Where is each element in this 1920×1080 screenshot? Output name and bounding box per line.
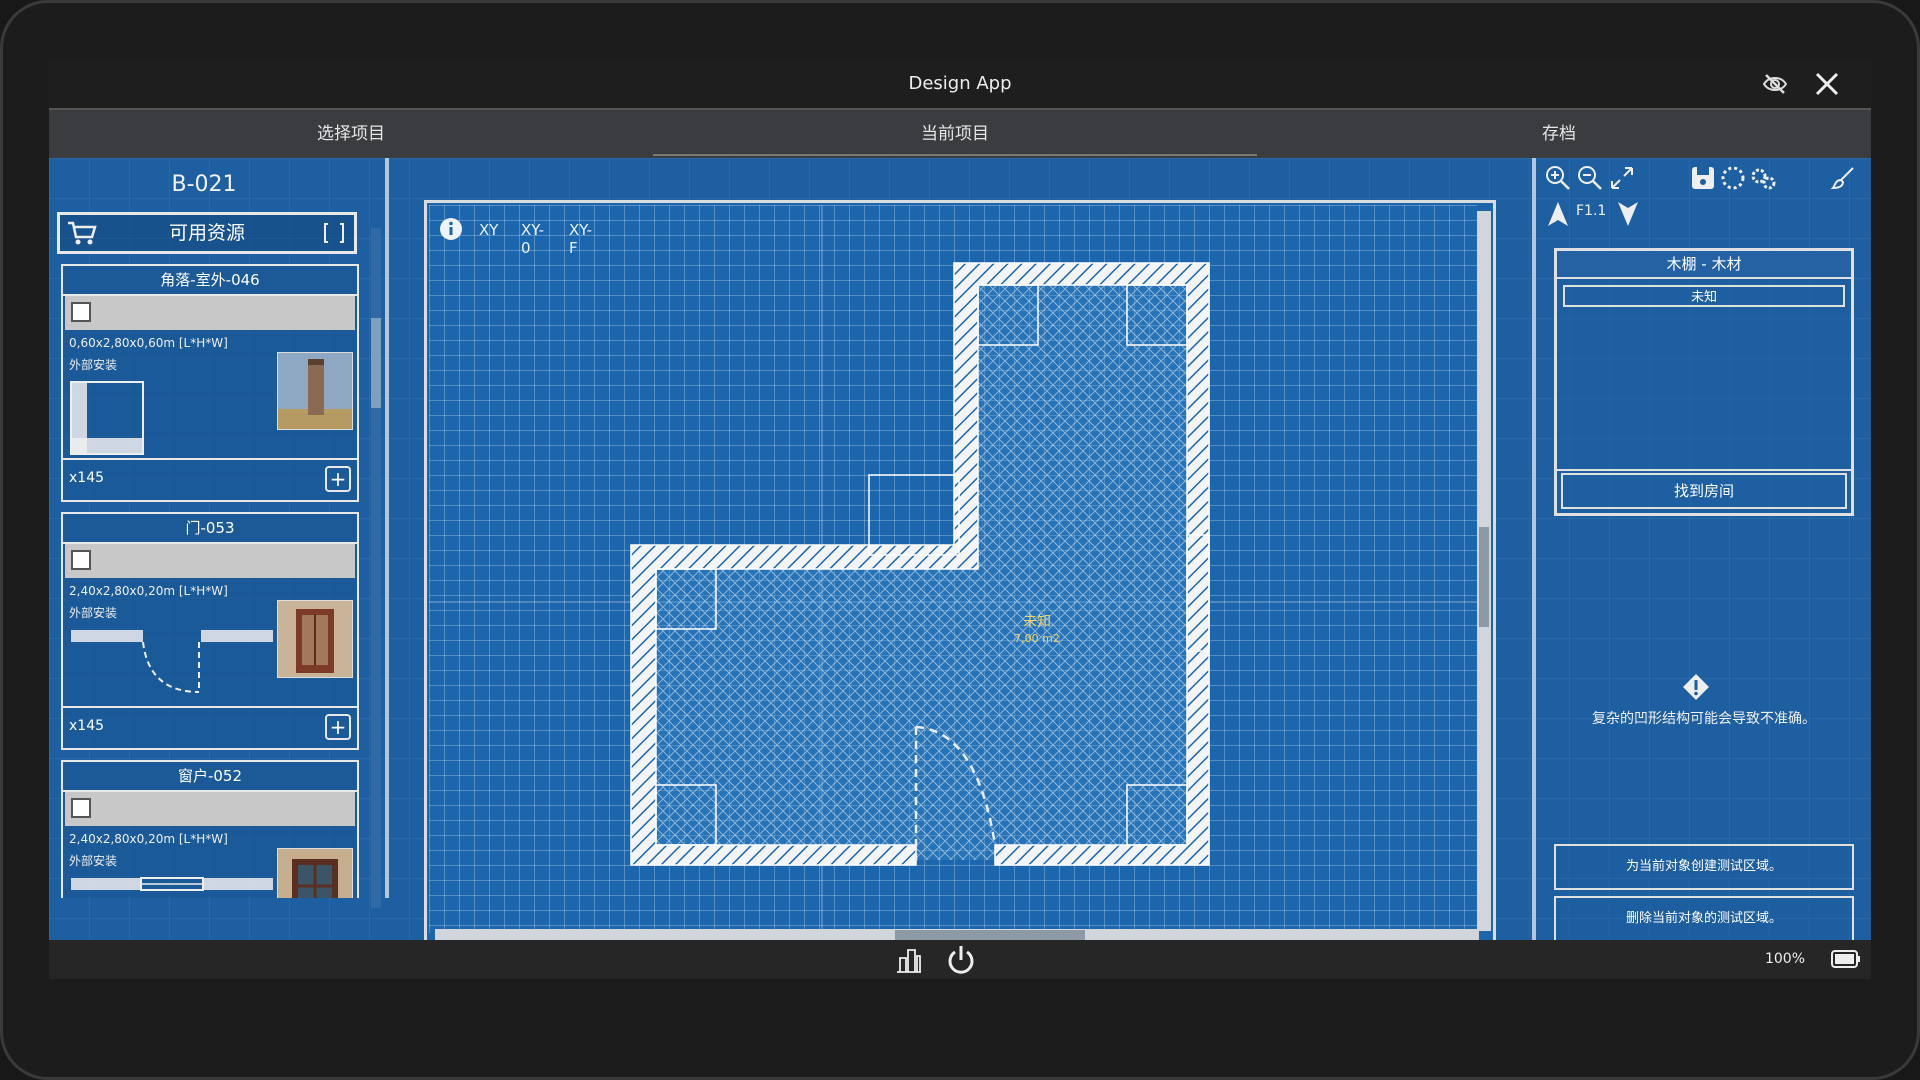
zoom-in-icon[interactable]: [1544, 164, 1572, 192]
floorplan-drawing[interactable]: [429, 205, 1477, 933]
canvas-vertical-scrollbar[interactable]: [1477, 211, 1491, 931]
battery-icon: [1831, 950, 1860, 968]
resources-scrollbar[interactable]: [371, 228, 381, 908]
material-title: 木棚 - 木材: [1557, 251, 1851, 279]
title-bar: Design App: [49, 60, 1871, 110]
save-icon[interactable]: [1689, 164, 1717, 192]
view-mode-xy-0[interactable]: XY-0: [521, 221, 544, 257]
scrollbar-thumb[interactable]: [371, 318, 381, 408]
floor-down-icon[interactable]: [1614, 200, 1642, 228]
material-status[interactable]: 未知: [1563, 285, 1845, 307]
material-panel: 木棚 - 木材 未知 找到房间: [1554, 248, 1854, 516]
eye-off-icon[interactable]: [1761, 70, 1789, 98]
resources-header[interactable]: 可用资源: [57, 212, 357, 254]
door-plan-icon: [71, 630, 273, 693]
card-dimensions: 2,40x2,80x0,20m [L*H*W]: [69, 584, 228, 598]
card-title: 角落-室外-046: [63, 266, 357, 296]
card-footer: x145 +: [63, 458, 357, 500]
tab-current-project[interactable]: 当前项目: [653, 110, 1257, 158]
card-select-row: [65, 296, 355, 330]
floorplan-canvas[interactable]: XY XY-0 XY-F 未知 7,00 m2: [424, 200, 1496, 946]
view-mode-xy[interactable]: XY: [479, 221, 498, 239]
scrollbar-thumb[interactable]: [1479, 527, 1489, 627]
card-checkbox[interactable]: [71, 550, 91, 570]
fit-view-icon[interactable]: [1608, 164, 1636, 192]
window-title: Design App: [908, 73, 1012, 94]
card-count: x145: [69, 470, 105, 486]
resources-panel: B-021 可用资源 角落-室外-046 0,60x2,80x0,60m [L*…: [49, 158, 385, 898]
card-dimensions: 2,40x2,80x0,20m [L*H*W]: [69, 832, 228, 846]
card-mount-type: 外部安装: [69, 358, 118, 372]
resource-card-door[interactable]: 门-053 2,40x2,80x0,20m [L*H*W] 外部安装 x145 …: [61, 512, 359, 750]
window-plan-icon: [71, 877, 273, 891]
resource-card-corner[interactable]: 角落-室外-046 0,60x2,80x0,60m [L*H*W] 外部安装 x…: [61, 264, 359, 502]
app-screen: Design App 选择项目 当前项目 存档 B-021 可用资源 角落-室外…: [49, 60, 1871, 979]
settings-icon[interactable]: [1749, 164, 1777, 192]
material-divider: [1557, 469, 1851, 471]
tab-bar: 选择项目 当前项目 存档: [49, 110, 1871, 158]
left-divider: [385, 158, 389, 898]
card-footer: x145 +: [63, 706, 357, 748]
buildings-icon[interactable]: [893, 944, 925, 976]
card-checkbox[interactable]: [71, 302, 91, 322]
project-code: B-021: [171, 172, 237, 197]
room-area: 7,00 m2: [1014, 632, 1060, 645]
resources-label: 可用资源: [168, 222, 245, 244]
window-photo: [277, 848, 353, 898]
create-test-area-button[interactable]: 为当前对象创建测试区域。: [1554, 844, 1854, 890]
floor-up-icon[interactable]: [1544, 200, 1572, 228]
card-select-row: [65, 792, 355, 826]
right-divider: [1532, 158, 1536, 979]
resource-card-window[interactable]: 窗户-052 2,40x2,80x0,20m [L*H*W] 外部安装: [61, 760, 359, 898]
add-button[interactable]: +: [325, 714, 351, 740]
card-title: 窗户-052: [63, 762, 357, 792]
scrollbar-thumb[interactable]: [895, 930, 1085, 940]
brush-icon[interactable]: [1829, 164, 1857, 192]
battery-level: 100%: [1764, 951, 1805, 967]
zoom-out-icon[interactable]: [1576, 164, 1604, 192]
add-button[interactable]: +: [325, 466, 351, 492]
card-dimensions: 0,60x2,80x0,60m [L*H*W]: [69, 336, 228, 350]
card-count: x145: [69, 718, 105, 734]
warning-icon: [1683, 674, 1709, 700]
warning-text: 复杂的凹形结构可能会导致不准确。: [1592, 711, 1816, 727]
tab-archive[interactable]: 存档: [1257, 110, 1861, 158]
card-select-row: [65, 544, 355, 578]
loading-icon[interactable]: [1719, 164, 1747, 192]
close-icon[interactable]: [1811, 68, 1843, 100]
card-title: 门-053: [63, 514, 357, 544]
floor-label: F1.1: [1576, 203, 1607, 219]
delete-test-area-button[interactable]: 删除当前对象的测试区域。: [1554, 896, 1854, 942]
bottom-bar: 100%: [49, 940, 1871, 979]
view-mode-xy-f[interactable]: XY-F: [569, 221, 592, 257]
door-photo: [277, 600, 353, 678]
canvas-grid[interactable]: XY XY-0 XY-F 未知 7,00 m2: [429, 205, 1477, 933]
find-room-button[interactable]: 找到房间: [1561, 473, 1847, 509]
corner-photo: [277, 352, 353, 430]
card-checkbox[interactable]: [71, 798, 91, 818]
info-icon[interactable]: [439, 217, 463, 241]
tab-select-project[interactable]: 选择项目: [49, 110, 653, 158]
corner-plan-icon: [70, 381, 144, 455]
expand-icon[interactable]: [322, 221, 346, 245]
card-mount-type: 外部安装: [69, 606, 118, 620]
card-mount-type: 外部安装: [69, 854, 118, 868]
room-name: 未知: [1023, 614, 1051, 630]
power-icon[interactable]: [945, 944, 977, 976]
